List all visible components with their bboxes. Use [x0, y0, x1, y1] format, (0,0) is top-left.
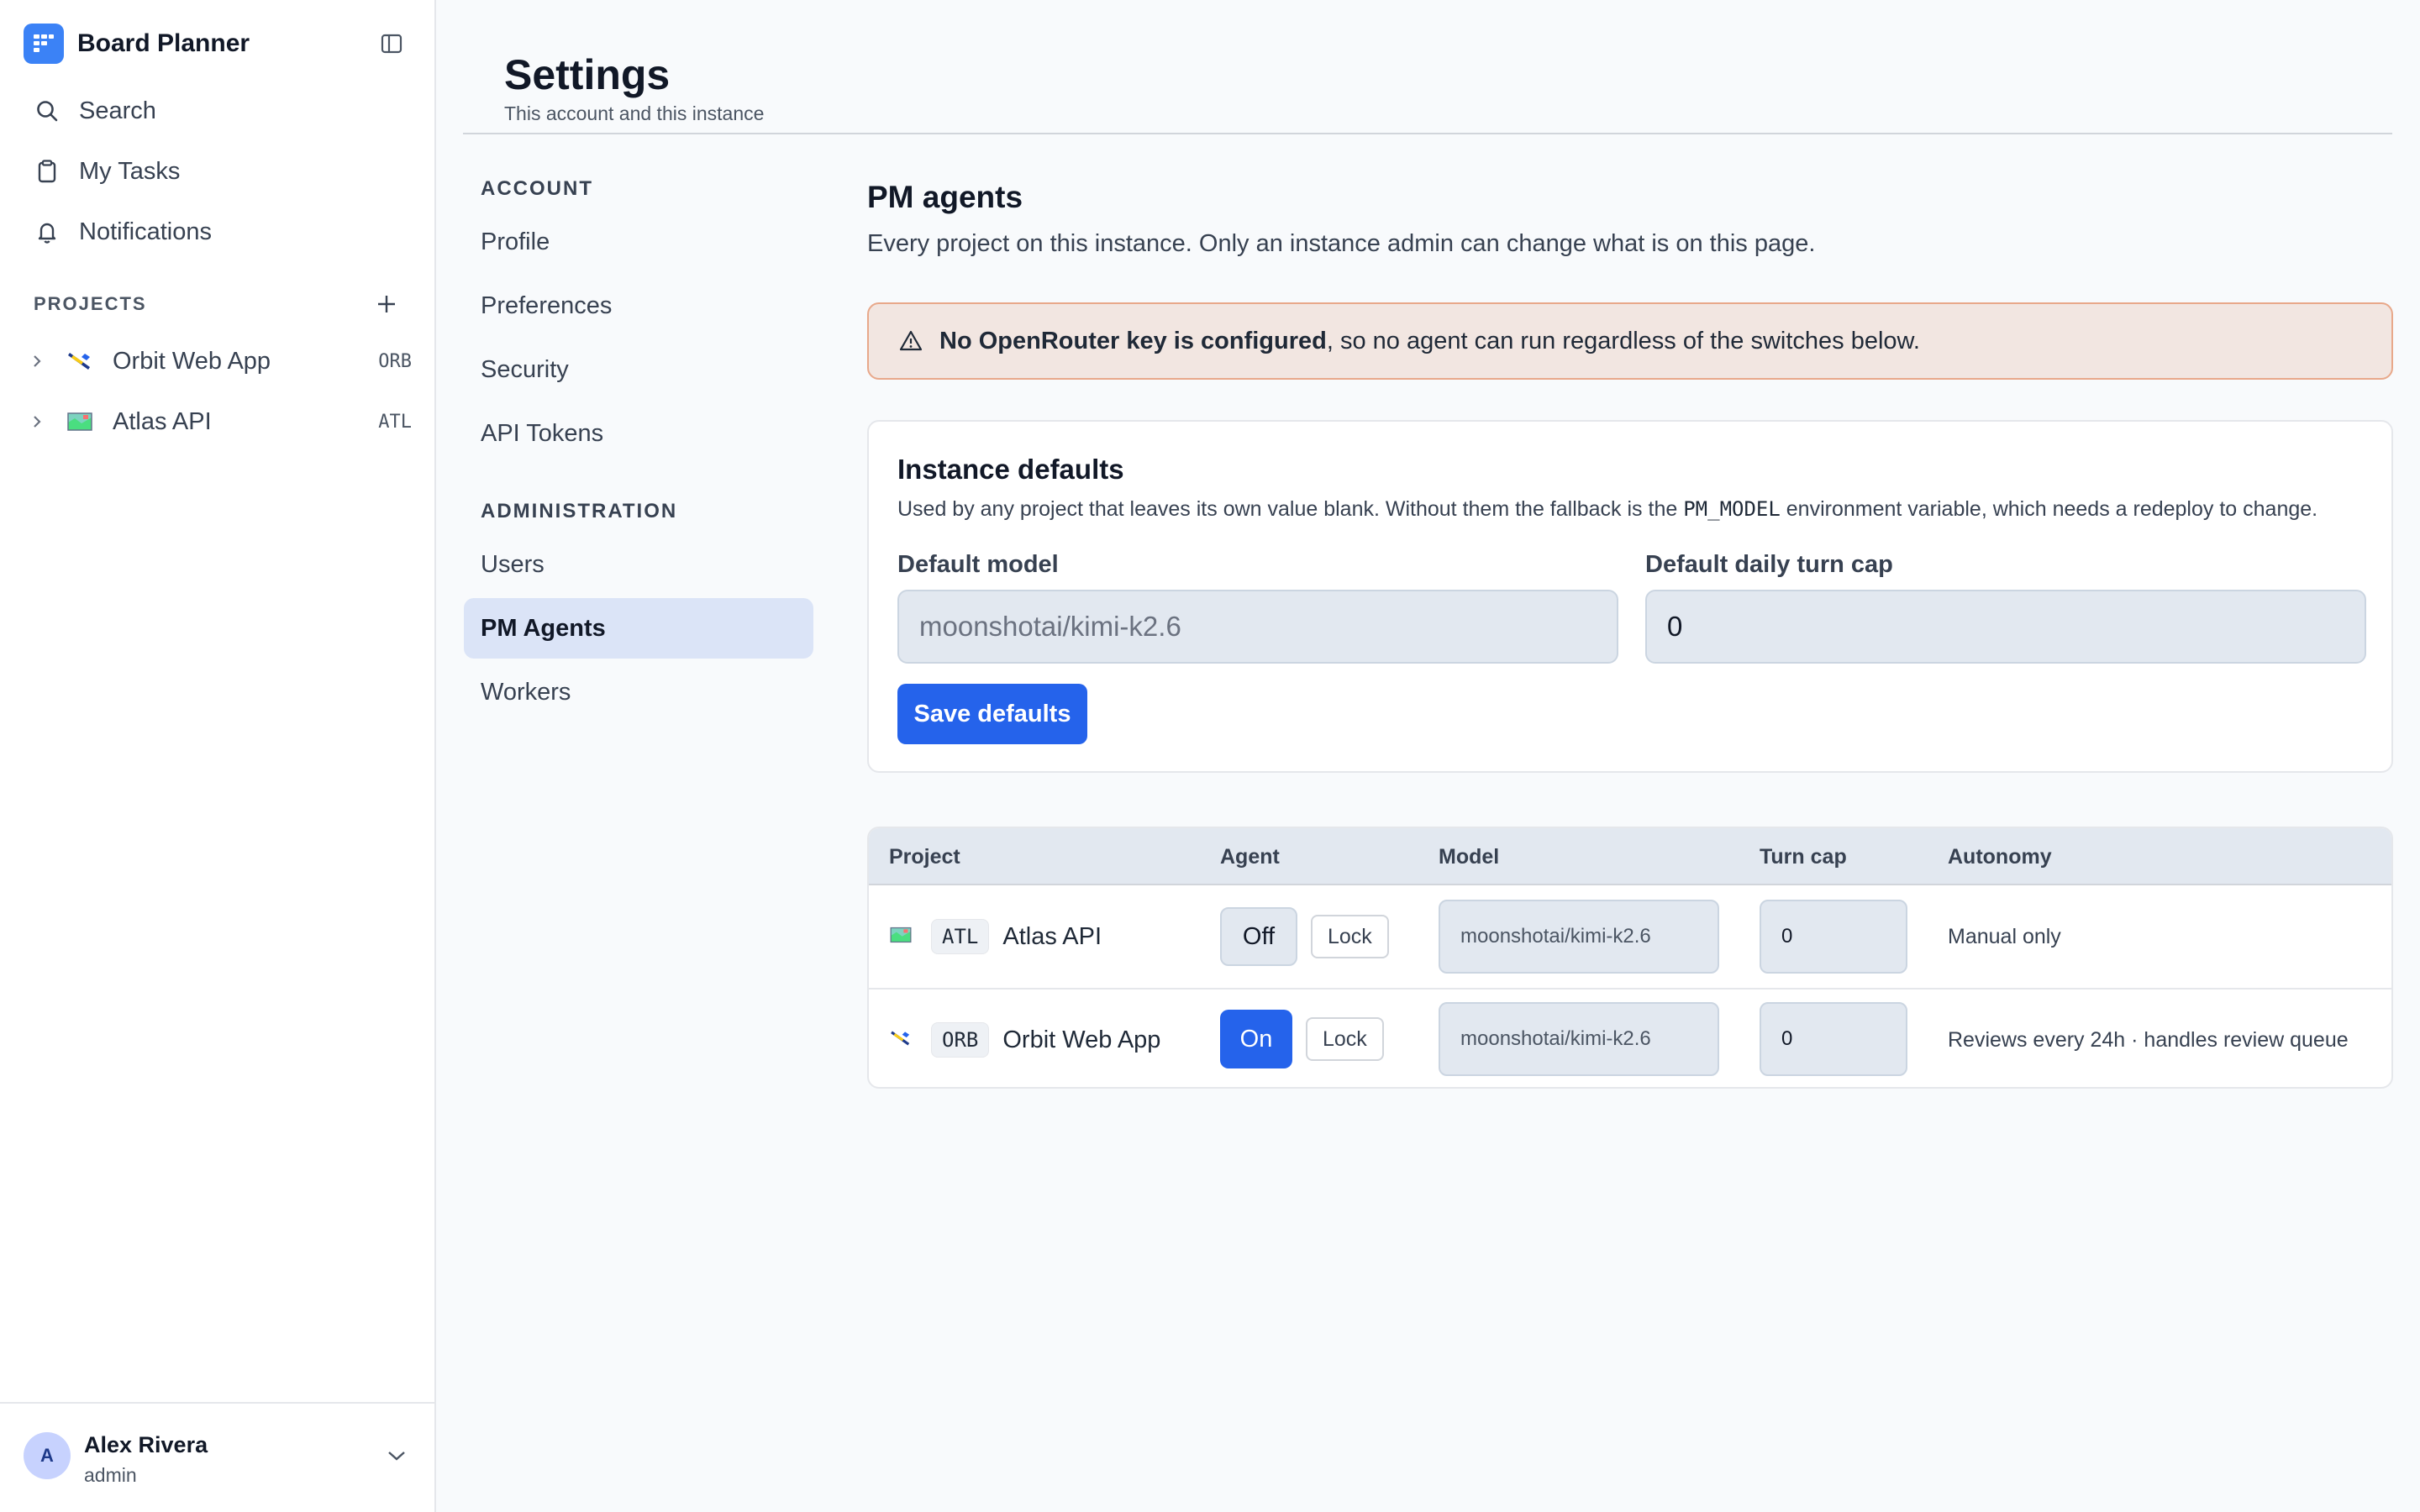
col-turn-cap: Turn cap — [1760, 845, 1847, 869]
col-agent: Agent — [1220, 845, 1280, 869]
search-icon — [34, 97, 60, 124]
pm-agents-table: Project Agent Model Turn cap Autonomy AT… — [867, 827, 2393, 1089]
add-project-icon[interactable] — [370, 287, 403, 321]
default-model-label: Default model — [897, 551, 1059, 578]
env-var-code: PM_MODEL — [1683, 497, 1781, 521]
save-defaults-button[interactable]: Save defaults — [897, 684, 1087, 744]
nav-notifications[interactable]: Notifications — [34, 208, 212, 255]
settings-nav-security[interactable]: Security — [464, 339, 813, 400]
section-description: Every project on this instance. Only an … — [867, 230, 1816, 257]
project-name: Orbit Web App — [113, 347, 271, 375]
instance-defaults-card: Instance defaults Used by any project th… — [867, 420, 2393, 773]
settings-nav-preferences[interactable]: Preferences — [464, 276, 813, 336]
page-title: Settings — [504, 51, 671, 98]
page-subtitle: This account and this instance — [504, 102, 765, 124]
brand[interactable]: Board Planner — [24, 24, 250, 64]
default-turn-cap-label: Default daily turn cap — [1645, 551, 1893, 578]
nav-search[interactable]: Search — [34, 87, 156, 134]
model-input[interactable] — [1439, 1002, 1719, 1076]
board-logo-icon — [24, 24, 64, 64]
sidebar-project-atlas[interactable]: Atlas API ATL — [25, 398, 412, 445]
default-turn-cap-input[interactable] — [1645, 590, 2366, 664]
col-project: Project — [889, 845, 960, 869]
agent-cell: Off Lock — [1220, 907, 1389, 966]
autonomy-text: Manual only — [1948, 924, 2061, 948]
desc-text: Used by any project that leaves its own … — [897, 497, 1684, 521]
agent-toggle-off[interactable]: Off — [1220, 907, 1297, 966]
card-description: Used by any project that leaves its own … — [897, 497, 2317, 522]
turn-cap-input[interactable] — [1760, 900, 1907, 974]
account-heading: ACCOUNT — [481, 177, 593, 200]
header-divider — [463, 133, 2392, 134]
sidebar-project-orbit[interactable]: Orbit Web App ORB — [25, 338, 412, 385]
col-autonomy: Autonomy — [1948, 845, 2052, 869]
user-menu[interactable]: A Alex Rivera admin — [0, 1402, 436, 1512]
bell-icon — [34, 218, 60, 245]
flag-icon — [889, 1029, 913, 1052]
autonomy-text: Reviews every 24h · handles review queue — [1948, 1027, 2349, 1052]
project-name: Orbit Web App — [1002, 1026, 1161, 1053]
nav-search-label: Search — [79, 97, 156, 124]
nav-my-tasks-label: My Tasks — [79, 157, 181, 185]
settings-nav-workers[interactable]: Workers — [464, 662, 813, 722]
table-row: ATL Atlas API Off Lock Manual only — [869, 885, 2391, 988]
alert-text: , so no agent can run regardless of the … — [1326, 327, 1920, 354]
map-icon — [66, 411, 94, 433]
clipboard-icon — [34, 158, 60, 185]
chevron-down-icon[interactable] — [380, 1441, 413, 1471]
autonomy-cell: Reviews every 24h · handles review queue — [1948, 990, 2349, 1087]
projects-heading: PROJECTS — [34, 293, 147, 314]
sidebar: Board Planner Search My Tasks Notificati… — [0, 0, 436, 1512]
nav-notifications-label: Notifications — [79, 218, 212, 245]
model-cell — [1439, 1002, 1719, 1076]
agent-cell: On Lock — [1220, 1010, 1384, 1068]
nav-my-tasks[interactable]: My Tasks — [34, 148, 180, 195]
project-name: Atlas API — [113, 407, 212, 435]
project-key-badge: ATL — [931, 919, 990, 954]
table-header: Project Agent Model Turn cap Autonomy — [869, 828, 2391, 885]
alert-bold-text: No OpenRouter key is configured — [939, 327, 1327, 354]
project-key-badge: ORB — [931, 1022, 990, 1058]
turn-cap-cell — [1760, 1002, 1907, 1076]
project-cell: ATL Atlas API — [889, 885, 1102, 988]
agent-toggle-on[interactable]: On — [1220, 1010, 1292, 1068]
lock-button[interactable]: Lock — [1306, 1017, 1384, 1061]
app-name: Board Planner — [77, 29, 250, 57]
turn-cap-cell — [1760, 900, 1907, 974]
project-key: ORB — [378, 350, 412, 372]
model-cell — [1439, 900, 1719, 974]
turn-cap-input[interactable] — [1760, 1002, 1907, 1076]
section-title: PM agents — [867, 180, 1023, 214]
chevron-right-icon[interactable] — [25, 353, 49, 370]
avatar: A — [24, 1432, 71, 1479]
warning-icon — [897, 328, 924, 354]
map-icon — [889, 926, 913, 948]
model-input[interactable] — [1439, 900, 1719, 974]
flag-icon — [66, 350, 94, 372]
user-name: Alex Rivera — [84, 1432, 208, 1457]
administration-heading: ADMINISTRATION — [481, 500, 678, 522]
desc-text: environment variable, which needs a rede… — [1780, 497, 2318, 521]
user-role: admin — [84, 1464, 137, 1486]
settings-nav-api-tokens[interactable]: API Tokens — [464, 403, 813, 464]
settings-nav-pm-agents[interactable]: PM Agents — [464, 598, 813, 659]
card-title: Instance defaults — [897, 454, 1124, 485]
default-model-input[interactable] — [897, 590, 1618, 664]
sidebar-toggle-icon[interactable] — [375, 29, 408, 59]
settings-nav-profile[interactable]: Profile — [464, 212, 813, 272]
lock-button[interactable]: Lock — [1311, 915, 1389, 958]
warning-alert: No OpenRouter key is configured, so no a… — [867, 302, 2393, 380]
table-row: ORB Orbit Web App On Lock Reviews every … — [869, 988, 2391, 1087]
autonomy-cell: Manual only — [1948, 885, 2061, 988]
project-key: ATL — [378, 411, 412, 433]
chevron-right-icon[interactable] — [25, 413, 49, 430]
col-model: Model — [1439, 845, 1500, 869]
project-name: Atlas API — [1002, 922, 1102, 950]
settings-nav-users[interactable]: Users — [464, 534, 813, 595]
project-cell: ORB Orbit Web App — [889, 990, 1161, 1087]
